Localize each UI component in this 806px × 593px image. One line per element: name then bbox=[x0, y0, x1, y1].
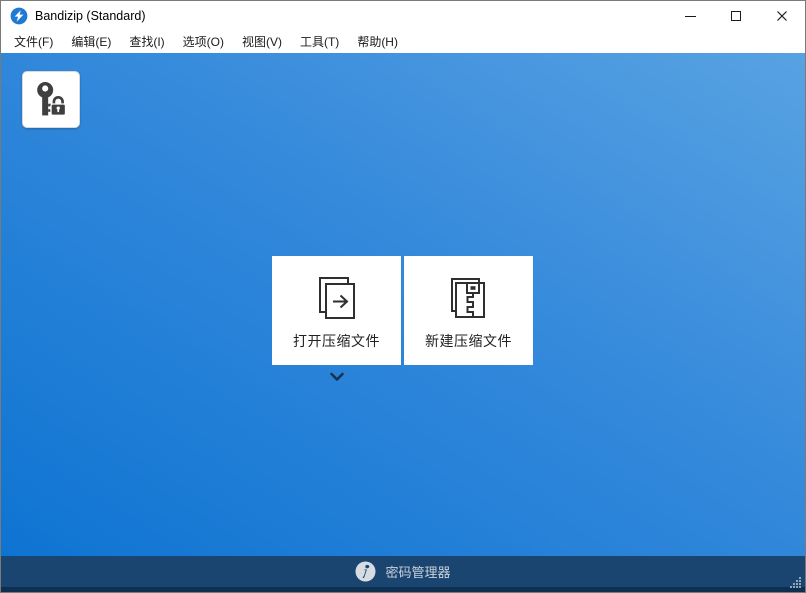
chevron-down-icon bbox=[329, 372, 345, 382]
open-archive-icon bbox=[313, 271, 361, 323]
bandizip-app-icon bbox=[10, 7, 28, 25]
password-manager-label: 密码管理器 bbox=[385, 562, 450, 581]
maximize-button[interactable] bbox=[713, 2, 759, 31]
close-icon bbox=[776, 10, 788, 22]
menu-edit[interactable]: 编辑(E) bbox=[62, 31, 120, 54]
menu-find[interactable]: 查找(I) bbox=[120, 31, 173, 54]
new-archive-icon bbox=[445, 271, 493, 323]
info-icon bbox=[355, 561, 376, 582]
menu-view[interactable]: 视图(V) bbox=[233, 31, 291, 54]
close-button[interactable] bbox=[759, 2, 805, 31]
menu-bar: 文件(F) 编辑(E) 查找(I) 选项(O) 视图(V) 工具(T) 帮助(H… bbox=[1, 31, 805, 53]
menu-tools[interactable]: 工具(T) bbox=[291, 31, 348, 54]
maximize-icon bbox=[731, 11, 741, 21]
resize-grip[interactable] bbox=[788, 575, 802, 589]
open-archive-button[interactable]: 打开压缩文件 bbox=[272, 256, 401, 365]
new-archive-label: 新建压缩文件 bbox=[425, 331, 512, 351]
recent-list-expander[interactable] bbox=[323, 369, 351, 385]
new-archive-button[interactable]: 新建压缩文件 bbox=[404, 256, 533, 365]
bandizip-window: Bandizip (Standard) 文件(F) 编辑(E) 查找(I) 选项… bbox=[0, 0, 806, 593]
title-bar: Bandizip (Standard) bbox=[1, 1, 805, 31]
bottom-strip bbox=[1, 587, 805, 593]
window-title: Bandizip (Standard) bbox=[35, 9, 145, 23]
minimize-icon bbox=[685, 16, 696, 17]
open-archive-label: 打开压缩文件 bbox=[293, 331, 380, 351]
menu-options[interactable]: 选项(O) bbox=[174, 31, 233, 54]
menu-help[interactable]: 帮助(H) bbox=[348, 31, 407, 54]
minimize-button[interactable] bbox=[667, 2, 713, 31]
password-manager-status-button[interactable]: 密码管理器 bbox=[355, 561, 450, 582]
menu-file[interactable]: 文件(F) bbox=[5, 31, 62, 54]
status-bar: 密码管理器 bbox=[1, 556, 805, 587]
workspace: 打开压缩文件 新建压缩文件 bbox=[1, 53, 805, 556]
password-manager-tool-button[interactable] bbox=[22, 71, 80, 128]
key-lock-icon bbox=[31, 79, 71, 121]
central-actions: 打开压缩文件 新建压缩文件 bbox=[272, 256, 533, 365]
